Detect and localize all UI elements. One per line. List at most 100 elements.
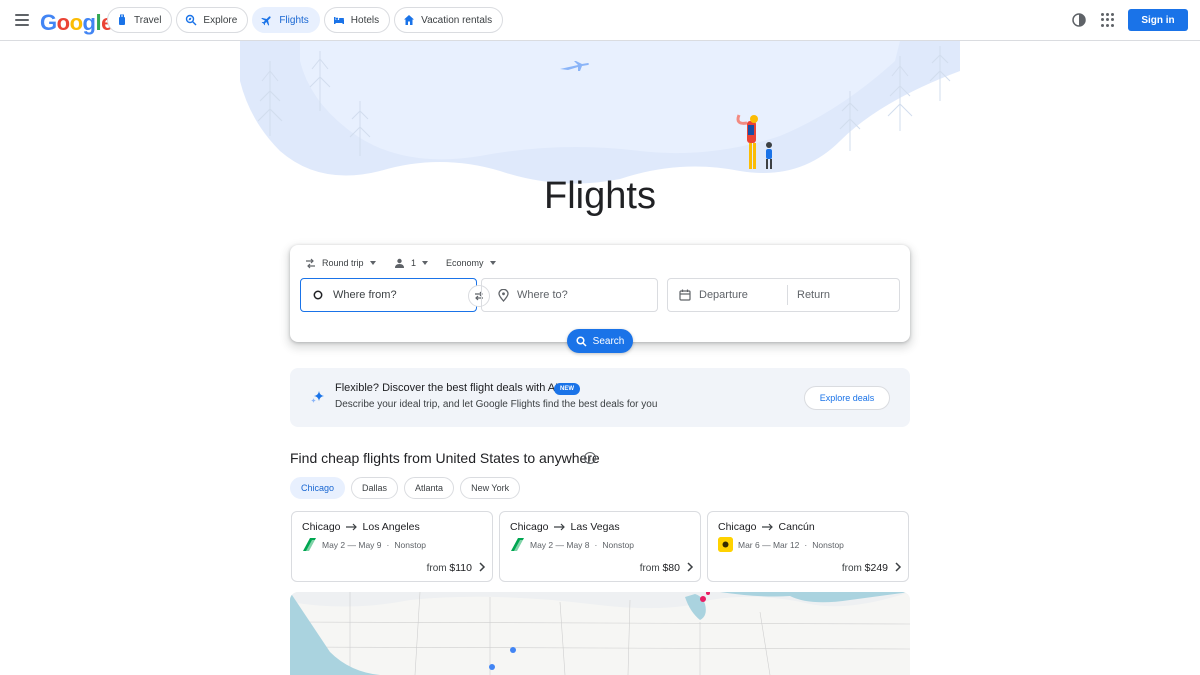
separator-dot: · bbox=[594, 539, 598, 550]
info-icon[interactable]: i bbox=[584, 452, 596, 464]
deal-origin: Chicago bbox=[302, 521, 341, 533]
ai-banner-title: Flexible? Discover the best flight deals… bbox=[335, 382, 559, 394]
chip-dallas[interactable]: Dallas bbox=[351, 477, 399, 499]
trip-type-select[interactable]: Round trip bbox=[305, 254, 376, 272]
deal-meta: Mar 6 — Mar 12 · Nonstop bbox=[718, 537, 844, 552]
destination-field[interactable]: Where to? bbox=[481, 278, 658, 312]
separator-dot: · bbox=[804, 539, 808, 550]
hero-illustration bbox=[240, 41, 960, 184]
arrow-right-icon bbox=[761, 523, 773, 531]
deal-stops: Nonstop bbox=[602, 539, 635, 550]
tab-label: Vacation rentals bbox=[421, 14, 493, 26]
deal-price: from $249 bbox=[841, 562, 888, 574]
chevron-down-icon bbox=[369, 261, 376, 265]
deal-dates: May 2 — May 8 bbox=[530, 539, 590, 550]
cabin-class-select[interactable]: Economy bbox=[446, 254, 496, 272]
passenger-select[interactable]: 1 bbox=[394, 254, 429, 272]
date-range-field[interactable]: Departure Return bbox=[667, 278, 900, 312]
tab-label: Flights bbox=[279, 14, 309, 26]
arrow-right-icon bbox=[345, 523, 357, 531]
flight-icon bbox=[261, 16, 271, 26]
explore-icon bbox=[186, 14, 197, 26]
calendar-icon bbox=[679, 289, 691, 301]
tab-label: Explore bbox=[203, 14, 238, 26]
date-divider bbox=[787, 285, 788, 305]
airline-logo bbox=[510, 537, 525, 552]
new-badge: NEW bbox=[554, 383, 580, 395]
page-title: Flights bbox=[544, 175, 656, 217]
ai-banner-description: Describe your ideal trip, and let Google… bbox=[335, 399, 658, 410]
deal-price: from $80 bbox=[639, 562, 680, 574]
chip-chicago[interactable]: Chicago bbox=[290, 477, 346, 499]
deal-destination: Cancún bbox=[778, 521, 815, 533]
vacation-rental-icon bbox=[404, 15, 415, 25]
origin-circle-icon bbox=[313, 290, 323, 300]
deal-origin: Chicago bbox=[510, 521, 549, 533]
deal-card[interactable]: Chicago Cancún Mar 6 — Mar 12 · Nonstop … bbox=[707, 511, 909, 582]
search-icon bbox=[576, 335, 587, 347]
deal-meta: May 2 — May 9 · Nonstop bbox=[302, 537, 426, 552]
cabin-class-value: Economy bbox=[446, 258, 484, 268]
search-button[interactable]: Search bbox=[567, 329, 633, 353]
departure-placeholder[interactable]: Departure bbox=[699, 289, 787, 301]
search-form: Round trip 1 Economy Where from? Where t… bbox=[290, 245, 910, 353]
deal-stops: Nonstop bbox=[812, 539, 844, 550]
sign-in-button[interactable]: Sign in bbox=[1128, 9, 1188, 31]
chevron-down-icon bbox=[422, 261, 429, 265]
explore-deals-button[interactable]: Explore deals bbox=[804, 386, 890, 410]
chip-new-york[interactable]: New York bbox=[460, 477, 521, 499]
deal-dates: May 2 — May 9 bbox=[322, 539, 382, 550]
origin-placeholder: Where from? bbox=[333, 289, 397, 301]
origin-field[interactable]: Where from? bbox=[300, 278, 477, 312]
deal-card[interactable]: Chicago Las Vegas May 2 — May 8 · Nonsto… bbox=[499, 511, 701, 582]
swap-arrows-icon bbox=[306, 258, 315, 268]
airline-logo bbox=[718, 537, 733, 552]
google-logo[interactable]: Google bbox=[40, 10, 113, 36]
tab-travel[interactable]: Travel bbox=[107, 7, 173, 33]
deal-price: from $110 bbox=[426, 562, 472, 574]
search-button-label: Search bbox=[592, 335, 625, 347]
deal-card[interactable]: Chicago Los Angeles May 2 — May 9 · Nons… bbox=[291, 511, 493, 582]
separator-dot: · bbox=[386, 539, 390, 550]
person-icon bbox=[395, 258, 404, 268]
deal-route: Chicago Cancún bbox=[718, 521, 815, 533]
tab-label: Hotels bbox=[350, 14, 380, 26]
sparkle-icon bbox=[311, 391, 324, 403]
deal-route: Chicago Los Angeles bbox=[302, 521, 420, 533]
deal-destination: Los Angeles bbox=[362, 521, 420, 533]
main-menu-icon[interactable] bbox=[10, 8, 34, 32]
product-tabs: Travel Explore Flights Hotels Vacation r… bbox=[107, 7, 504, 33]
return-placeholder[interactable]: Return bbox=[797, 289, 830, 301]
deal-route: Chicago Las Vegas bbox=[510, 521, 620, 533]
chevron-right-icon bbox=[479, 562, 486, 572]
deal-dates: Mar 6 — Mar 12 bbox=[738, 539, 800, 550]
destinations-map[interactable] bbox=[290, 592, 910, 675]
deal-stops: Nonstop bbox=[394, 539, 427, 550]
chip-atlanta[interactable]: Atlanta bbox=[404, 477, 455, 499]
chevron-right-icon bbox=[895, 562, 902, 572]
origin-city-chips: Chicago Dallas Atlanta New York bbox=[290, 477, 521, 499]
tab-label: Travel bbox=[134, 14, 162, 26]
theme-toggle-icon[interactable] bbox=[1071, 12, 1087, 28]
airline-logo bbox=[302, 537, 317, 552]
travel-icon bbox=[119, 14, 125, 25]
passenger-count: 1 bbox=[411, 258, 417, 268]
top-bar: Google Travel Explore Flights Hotels Vac… bbox=[0, 0, 1200, 41]
arrow-right-icon bbox=[553, 523, 565, 531]
deal-meta: May 2 — May 8 · Nonstop bbox=[510, 537, 634, 552]
deal-destination: Las Vegas bbox=[570, 521, 620, 533]
location-pin-icon bbox=[498, 288, 509, 302]
tab-hotels[interactable]: Hotels bbox=[323, 7, 391, 33]
hotel-icon bbox=[333, 17, 344, 24]
destination-placeholder: Where to? bbox=[517, 289, 568, 301]
tab-flights[interactable]: Flights bbox=[252, 7, 320, 33]
chevron-down-icon bbox=[489, 261, 496, 265]
tab-vacation-rentals[interactable]: Vacation rentals bbox=[394, 7, 504, 33]
deals-heading: Find cheap flights from United States to… bbox=[290, 450, 600, 466]
apps-grid-icon[interactable] bbox=[1101, 13, 1115, 27]
chevron-right-icon bbox=[687, 562, 694, 572]
deal-origin: Chicago bbox=[718, 521, 757, 533]
tab-explore[interactable]: Explore bbox=[176, 7, 249, 33]
ai-deals-banner: Flexible? Discover the best flight deals… bbox=[290, 368, 910, 427]
trip-type-value: Round trip bbox=[322, 258, 364, 268]
